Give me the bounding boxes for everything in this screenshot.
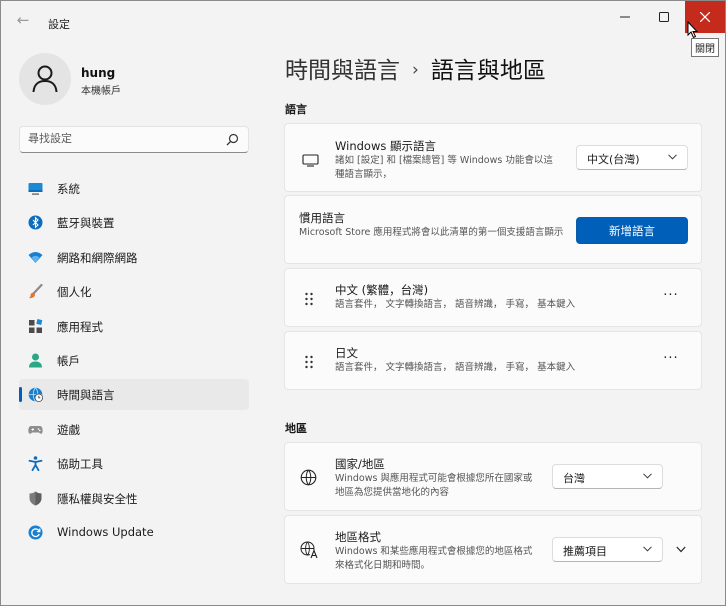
account-icon <box>29 353 42 368</box>
breadcrumb: 時間與語言 › 語言與地區 <box>285 51 546 85</box>
sidebar-item-bluetooth[interactable]: 藍牙與裝置 <box>19 207 249 238</box>
mouse-cursor-icon <box>687 21 699 39</box>
close-icon <box>700 12 710 22</box>
bluetooth-icon <box>28 215 43 230</box>
person-icon <box>32 65 58 93</box>
add-language-button[interactable]: 新增語言 <box>576 217 688 244</box>
app-title: 設定 <box>48 18 70 31</box>
regional-format-dropdown[interactable]: 推薦項目 <box>552 537 663 562</box>
regional-format-description: Windows 和某些應用程式會根據您的地區格式來格式化日期和時間。 <box>335 546 533 571</box>
regional-format-card[interactable]: 地區格式 Windows 和某些應用程式會根據您的地區格式來格式化日期和時間。 … <box>284 515 702 584</box>
account-type: 本機帳戶 <box>81 86 121 97</box>
search-icon[interactable] <box>226 133 239 146</box>
country-region-dropdown[interactable]: 台灣 <box>552 464 663 489</box>
country-region-card: 國家/地區 Windows 與應用程式可能會根據您所在國家或地區為您提供當地化的… <box>284 442 702 511</box>
sidebar-item-label: Windows Update <box>57 525 154 539</box>
sidebar-item-accounts[interactable]: 帳戶 <box>19 345 249 376</box>
avatar[interactable] <box>19 53 71 105</box>
language-name: 中文 (繁體，台灣) <box>335 283 429 297</box>
regional-format-value: 推薦項目 <box>563 545 607 558</box>
drag-handle-icon[interactable] <box>304 292 314 306</box>
sidebar-item-label: 協助工具 <box>57 457 103 471</box>
accessibility-icon <box>28 456 43 471</box>
sidebar-item-network[interactable]: 網路和網際網路 <box>19 242 249 273</box>
language-features: 語言套件， 文字轉換語言， 語音辨識， 手寫， 基本鍵入 <box>335 362 576 373</box>
sidebar-item-label: 個人化 <box>57 285 92 299</box>
language-format-icon <box>300 541 320 559</box>
section-title-language: 語言 <box>285 103 307 116</box>
sidebar-item-personalization[interactable]: 個人化 <box>19 276 249 307</box>
display-language-dropdown[interactable]: 中文(台灣) <box>576 145 688 170</box>
breadcrumb-parent[interactable]: 時間與語言 <box>285 58 400 84</box>
sidebar-item-label: 隱私權與安全性 <box>57 492 138 506</box>
brush-icon <box>28 284 43 299</box>
sidebar-item-label: 系統 <box>57 182 80 196</box>
expand-chevron-icon[interactable] <box>676 546 686 553</box>
monitor-icon <box>302 154 319 167</box>
chevron-down-icon <box>643 546 652 552</box>
update-icon <box>28 525 43 540</box>
language-row[interactable]: 日文 語言套件， 文字轉換語言， 語音辨識， 手寫， 基本鍵入 ··· <box>284 331 702 390</box>
language-name: 日文 <box>335 346 358 360</box>
preferred-languages-card: 慣用語言 Microsoft Store 應用程式將會以此清單的第一個支援語言顯… <box>284 195 702 264</box>
minimize-button[interactable] <box>605 1 645 33</box>
preferred-languages-description: Microsoft Store 應用程式將會以此清單的第一個支援語言顯示 <box>299 227 564 238</box>
sidebar-item-gaming[interactable]: 遊戲 <box>19 414 249 445</box>
sidebar-item-privacy[interactable]: 隱私權與安全性 <box>19 483 249 514</box>
sidebar-item-label: 藍牙與裝置 <box>57 216 115 230</box>
title-bar: ← 設定 <box>1 1 725 37</box>
selected-indicator <box>19 387 22 402</box>
globe-icon <box>300 469 317 486</box>
more-options-button[interactable]: ··· <box>661 352 681 368</box>
user-name: hung <box>81 66 116 80</box>
shield-icon <box>29 491 42 506</box>
country-region-description: Windows 與應用程式可能會根據您所在國家或地區為您提供當地化的內容 <box>335 473 533 498</box>
regional-format-title: 地區格式 <box>335 530 381 544</box>
system-icon <box>28 183 43 195</box>
sidebar-item-accessibility[interactable]: 協助工具 <box>19 448 249 479</box>
sidebar-item-label: 遊戲 <box>57 423 80 437</box>
display-language-title: Windows 顯示語言 <box>335 139 436 153</box>
globe-clock-icon <box>28 387 43 402</box>
close-tooltip: 關閉 <box>691 38 719 57</box>
display-language-description: 諸如 [設定] 和 [檔案總管] 等 Windows 功能會以這種語言顯示， <box>335 155 553 180</box>
drag-handle-icon[interactable] <box>304 355 314 369</box>
display-language-card: Windows 顯示語言 諸如 [設定] 和 [檔案總管] 等 Windows … <box>284 123 702 192</box>
sidebar-item-time-language[interactable]: 時間與語言 <box>19 379 249 410</box>
display-language-value: 中文(台灣) <box>587 153 640 166</box>
apps-icon <box>29 319 43 333</box>
section-title-region: 地區 <box>285 422 307 435</box>
breadcrumb-separator: › <box>412 60 419 80</box>
page-title: 語言與地區 <box>430 58 546 84</box>
wifi-icon <box>28 252 43 263</box>
preferred-languages-title: 慣用語言 <box>299 211 345 225</box>
sidebar-item-windows-update[interactable]: Windows Update <box>19 517 249 548</box>
sidebar-item-apps[interactable]: 應用程式 <box>19 311 249 342</box>
country-region-value: 台灣 <box>563 472 585 485</box>
gamepad-icon <box>28 426 43 434</box>
maximize-button[interactable] <box>644 1 684 33</box>
chevron-down-icon <box>668 154 677 160</box>
country-region-title: 國家/地區 <box>335 457 385 471</box>
back-button[interactable]: ← <box>13 11 33 29</box>
search-input[interactable] <box>28 132 218 145</box>
language-features: 語言套件， 文字轉換語言， 語音辨識， 手寫， 基本鍵入 <box>335 299 576 310</box>
minimize-icon <box>620 16 630 18</box>
sidebar-item-label: 應用程式 <box>57 320 103 334</box>
more-options-button[interactable]: ··· <box>661 289 681 305</box>
settings-window: ← 設定 關閉 hung 本機帳戶 尋找設定 系統 藍牙與裝置 網路和網際網路 … <box>0 0 726 606</box>
sidebar-item-system[interactable]: 系統 <box>19 173 249 204</box>
maximize-icon <box>659 12 669 22</box>
chevron-down-icon <box>643 473 652 479</box>
sidebar-item-label: 帳戶 <box>57 354 80 368</box>
sidebar-item-label: 時間與語言 <box>57 388 115 402</box>
sidebar-item-label: 網路和網際網路 <box>57 251 138 265</box>
search-box[interactable] <box>19 126 249 153</box>
language-row[interactable]: 中文 (繁體，台灣) 語言套件， 文字轉換語言， 語音辨識， 手寫， 基本鍵入 … <box>284 268 702 327</box>
